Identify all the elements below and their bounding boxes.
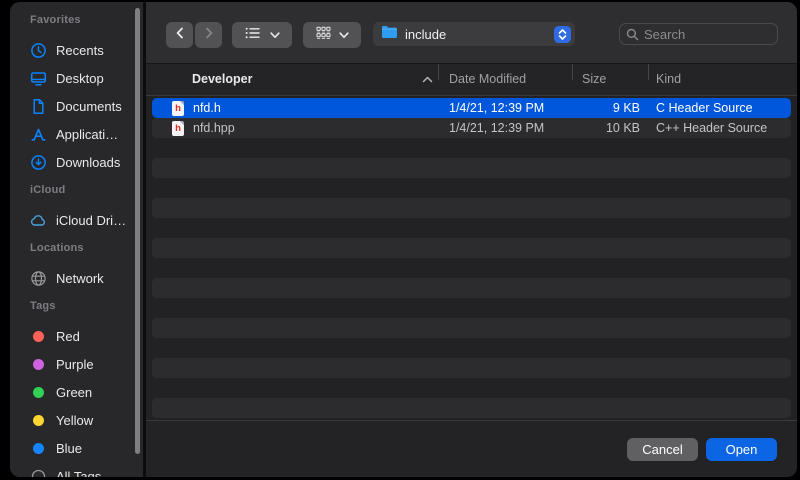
sidebar-section: Favorites Recents Desktop Documents Appl… (30, 14, 143, 176)
sidebar-section-label: Locations (30, 242, 143, 258)
column-header-name[interactable]: Developer (192, 64, 252, 95)
tag-dot (30, 328, 47, 345)
tag-dot (30, 384, 47, 401)
tag-dot (30, 440, 47, 457)
dialog-footer: Cancel Open (146, 420, 797, 477)
column-header-size[interactable]: Size (582, 64, 606, 95)
sidebar-section-label: Favorites (30, 14, 143, 30)
chevron-left-icon (174, 26, 186, 45)
sidebar-section: iCloud iCloud Dri… (30, 184, 143, 234)
clock-icon (30, 42, 47, 59)
sidebar-item-desktop[interactable]: Desktop (30, 64, 143, 92)
list-view-button[interactable] (232, 22, 292, 48)
all-tags-icon (30, 468, 47, 478)
toolbar: include (146, 2, 797, 63)
open-button[interactable]: Open (706, 438, 777, 461)
chevron-right-icon (203, 26, 215, 45)
icon-view-button[interactable] (303, 22, 361, 48)
sidebar-item-documents[interactable]: Documents (30, 92, 143, 120)
file-row[interactable]: h nfd.hpp 1/4/21, 12:39 PM 10 KB C++ Hea… (152, 118, 791, 138)
open-dialog: Favorites Recents Desktop Documents Appl… (10, 2, 797, 477)
sidebar-item-icloud-dri[interactable]: iCloud Dri… (30, 206, 143, 234)
empty-row-stripe (152, 238, 791, 258)
document-icon (30, 98, 47, 115)
tag-dot (30, 412, 47, 429)
sidebar-item-recents[interactable]: Recents (30, 36, 143, 64)
sidebar-item-purple[interactable]: Purple (30, 350, 143, 378)
cloud-icon (30, 212, 47, 229)
column-separator (572, 64, 573, 80)
file-list: h nfd.h 1/4/21, 12:39 PM 9 KB C Header S… (146, 96, 797, 420)
sidebar-section-label: iCloud (30, 184, 143, 200)
icon-view-icon (316, 26, 331, 45)
sidebar-item-network[interactable]: Network (30, 264, 143, 292)
appstore-icon (30, 126, 47, 143)
empty-row-stripe (152, 158, 791, 178)
sidebar-item-yellow[interactable]: Yellow (30, 406, 143, 434)
forward-button[interactable] (195, 22, 222, 48)
sidebar-item-red[interactable]: Red (30, 322, 143, 350)
sidebar-item-blue[interactable]: Blue (30, 434, 143, 462)
sort-ascending-icon (422, 72, 433, 86)
empty-row-stripe (152, 278, 791, 298)
column-separator (648, 64, 649, 80)
list-view-icon (245, 26, 261, 45)
chevron-down-icon (270, 26, 280, 44)
header-file-icon: h (172, 101, 184, 116)
cancel-button[interactable]: Cancel (627, 438, 698, 461)
dialog-content: include Developer (146, 2, 797, 477)
sidebar-item-all-tags[interactable]: All Tags (30, 462, 143, 477)
column-header-kind[interactable]: Kind (656, 64, 681, 95)
empty-row-stripe (152, 198, 791, 218)
globe-icon (30, 270, 47, 287)
sidebar: Favorites Recents Desktop Documents Appl… (10, 2, 143, 477)
header-file-icon: h (172, 121, 184, 136)
sidebar-section-label: Tags (30, 300, 143, 316)
column-header-date-modified[interactable]: Date Modified (449, 64, 526, 95)
column-separator (438, 64, 439, 80)
sidebar-section: Locations Network (30, 242, 143, 292)
folder-popup-label: include (405, 27, 554, 42)
sidebar-item-downloads[interactable]: Downloads (30, 148, 143, 176)
folder-popup[interactable]: include (373, 22, 575, 46)
search-input[interactable] (619, 23, 778, 45)
back-button[interactable] (166, 22, 193, 48)
desktop-icon (30, 70, 47, 87)
sidebar-scrollbar[interactable] (135, 8, 140, 454)
empty-row-stripe (152, 398, 791, 418)
popup-stepper-icon (554, 26, 571, 43)
sidebar-item-applicati[interactable]: Applicati… (30, 120, 143, 148)
sidebar-section: Tags Red Purple Green Yellow Blue All Ta… (30, 300, 143, 477)
file-row[interactable]: h nfd.h 1/4/21, 12:39 PM 9 KB C Header S… (152, 98, 791, 118)
folder-icon (381, 25, 398, 43)
download-icon (30, 154, 47, 171)
empty-row-stripe (152, 358, 791, 378)
chevron-down-icon (339, 26, 349, 44)
tag-dot (30, 356, 47, 373)
empty-row-stripe (152, 318, 791, 338)
sidebar-item-green[interactable]: Green (30, 378, 143, 406)
list-header: Developer Date Modified Size Kind (146, 63, 797, 96)
